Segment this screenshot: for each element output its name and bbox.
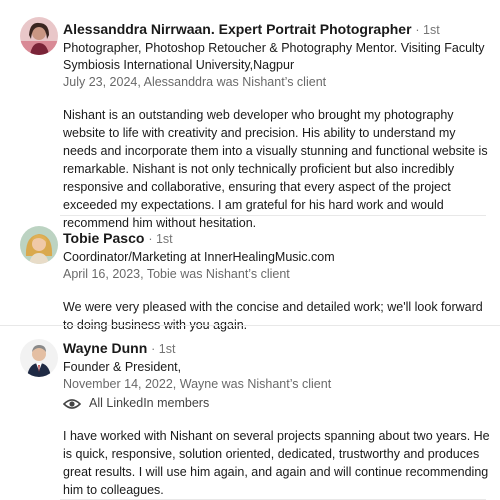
recommendation-meta: July 23, 2024, Alessanddra was Nishant’s…: [63, 75, 327, 89]
recommendation-item: Alessanddra Nirrwaan. Expert Portrait Ph…: [0, 0, 500, 230]
visibility-setting: All LinkedIn members: [62, 395, 490, 412]
connection-degree: · 1st: [415, 23, 440, 37]
recommender-headline: Coordinator/Marketing at InnerHealingMus…: [63, 250, 335, 264]
recommender-name[interactable]: Wayne Dunn: [63, 340, 147, 356]
recommendation-text: I have worked with Nishant on several pr…: [63, 429, 490, 497]
connection-degree: · 1st: [148, 232, 173, 246]
recommender-name-line: Alessanddra Nirrwaan. Expert Portrait Ph…: [63, 19, 490, 40]
recommender-name[interactable]: Tobie Pasco: [63, 230, 144, 246]
recommender-headline: Founder & President,: [63, 360, 182, 374]
recommendation-item: Tobie Pasco · 1st Coordinator/Marketing …: [0, 216, 500, 332]
recommender-name-line: Wayne Dunn · 1st: [63, 338, 490, 359]
avatar[interactable]: [20, 17, 58, 55]
recommender-headline-continued: Symbiosis International University,Nagpu…: [63, 58, 295, 72]
recommendation-meta: November 14, 2022, Wayne was Nishant’s c…: [63, 377, 332, 391]
connection-degree: · 1st: [151, 342, 176, 356]
recommendation-item: Wayne Dunn · 1st Founder & President, No…: [0, 326, 500, 500]
recommender-name[interactable]: Alessanddra Nirrwaan. Expert Portrait Ph…: [63, 21, 412, 37]
avatar[interactable]: [20, 226, 58, 264]
visibility-label: All LinkedIn members: [89, 396, 210, 410]
avatar[interactable]: [20, 339, 58, 377]
recommender-name-line: Tobie Pasco · 1st: [63, 228, 490, 249]
eye-icon: [62, 398, 82, 410]
recommendation-meta: April 16, 2023, Tobie was Nishant’s clie…: [63, 267, 290, 281]
recommendation-text: Nishant is an outstanding web developer …: [63, 108, 488, 230]
recommender-headline: Photographer, Photoshop Retoucher & Phot…: [63, 41, 485, 55]
